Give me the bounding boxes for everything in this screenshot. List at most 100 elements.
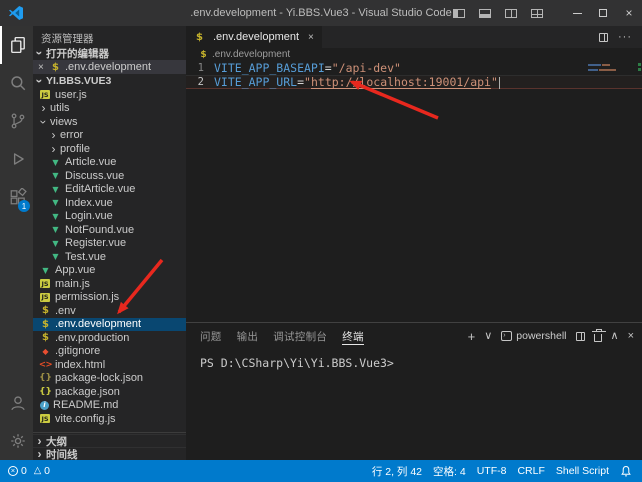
status-language-mode[interactable]: Shell Script: [556, 465, 609, 477]
status-indentation[interactable]: 空格: 4: [433, 464, 466, 479]
tree-item-Login.vue[interactable]: ▼Login.vue: [33, 210, 186, 224]
code-area: 1VITE_APP_BASEAPI="/api-dev"2VITE_APP_UR…: [186, 61, 642, 89]
run-debug-icon[interactable]: [0, 140, 33, 178]
more-actions-icon[interactable]: ···: [618, 31, 632, 43]
status-cursor-position[interactable]: 行 2, 列 42: [372, 464, 422, 479]
open-editors-header[interactable]: › 打开的编辑器: [33, 46, 186, 60]
tree-item-README.md[interactable]: iREADME.md: [33, 399, 186, 413]
tree-item-label: Discuss.vue: [65, 170, 124, 182]
tree-item-package-lock.json[interactable]: {}package-lock.json: [33, 372, 186, 386]
status-eol[interactable]: CRLF: [517, 465, 544, 477]
minimap[interactable]: [588, 64, 632, 74]
timeline-section[interactable]: › 时间线: [33, 447, 186, 460]
line-number[interactable]: 1: [186, 61, 214, 75]
tree-item-main.js[interactable]: JSmain.js: [33, 277, 186, 291]
breadcrumb[interactable]: $ .env.development: [186, 48, 642, 61]
account-icon[interactable]: [0, 384, 33, 422]
code-line[interactable]: 1VITE_APP_BASEAPI="/api-dev": [186, 61, 642, 75]
project-header[interactable]: › YI.BBS.VUE3: [33, 74, 186, 88]
tree-item-.gitignore[interactable]: ◆.gitignore: [33, 345, 186, 359]
panel-header: 问题输出调试控制台终端 + ∨ › powershell ∧ ×: [186, 323, 642, 349]
line-number[interactable]: 2: [186, 75, 214, 89]
tree-item-Test.vue[interactable]: ▼Test.vue: [33, 250, 186, 264]
folder-chevron-icon[interactable]: ›: [47, 130, 60, 140]
tree-item-error[interactable]: ›error: [33, 129, 186, 143]
search-icon[interactable]: [0, 64, 33, 102]
folder-chevron-icon[interactable]: ›: [37, 103, 50, 113]
outline-section[interactable]: › 大纲: [33, 434, 186, 447]
notifications-bell-icon[interactable]: [620, 465, 632, 478]
terminal-instance-powershell[interactable]: › powershell: [501, 330, 566, 342]
close-tab-icon[interactable]: ×: [308, 32, 314, 43]
tree-item-profile[interactable]: ›profile: [33, 142, 186, 156]
tree-item-label: package-lock.json: [55, 372, 143, 384]
tree-item-Index.vue[interactable]: ▼Index.vue: [33, 196, 186, 210]
close-icon[interactable]: ×: [38, 62, 50, 73]
md-file-icon: i: [40, 401, 49, 410]
tree-item-.env.production[interactable]: $.env.production: [33, 331, 186, 345]
html-file-icon: <>: [40, 359, 51, 370]
tree-item-Discuss.vue[interactable]: ▼Discuss.vue: [33, 169, 186, 183]
problems-status[interactable]: 0 0: [8, 465, 50, 477]
close-window-button[interactable]: ×: [616, 0, 642, 26]
panel-tab-问题[interactable]: 问题: [200, 323, 222, 349]
tree-item-views[interactable]: ›views: [33, 115, 186, 129]
toggle-secondary-sidebar-icon[interactable]: [498, 0, 524, 26]
minimize-button[interactable]: [564, 0, 590, 26]
tree-item-user.js[interactable]: JSuser.js: [33, 88, 186, 102]
terminal-output[interactable]: PS D:\CSharp\Yi\Yi.BBS.Vue3>: [186, 349, 642, 460]
status-encoding[interactable]: UTF-8: [477, 465, 507, 477]
chevron-icon: ›: [35, 47, 45, 60]
tree-item-Article.vue[interactable]: ▼Article.vue: [33, 156, 186, 170]
tree-item-.env[interactable]: $.env: [33, 304, 186, 318]
tree-item-EditArticle.vue[interactable]: ▼EditArticle.vue: [33, 183, 186, 197]
settings-gear-icon[interactable]: [0, 422, 33, 460]
vscode-logo-icon: [8, 5, 24, 21]
toggle-sidebar-icon[interactable]: [446, 0, 472, 26]
split-editor-icon[interactable]: [599, 33, 608, 42]
tree-item-App.vue[interactable]: ▼App.vue: [33, 264, 186, 278]
status-bar: 0 0 行 2, 列 42 空格: 4 UTF-8 CRLF Shell Script: [0, 460, 642, 482]
breadcrumb-item[interactable]: .env.development: [212, 49, 290, 60]
folder-chevron-icon[interactable]: ›: [47, 144, 60, 154]
close-panel-icon[interactable]: ×: [628, 331, 634, 342]
vue-file-icon: ▼: [50, 184, 61, 195]
panel-tab-调试控制台[interactable]: 调试控制台: [273, 323, 327, 349]
tree-item-vite.config.js[interactable]: JSvite.config.js: [33, 412, 186, 426]
tree-item-utils[interactable]: ›utils: [33, 102, 186, 116]
code-line[interactable]: 2VITE_APP_URL="http://localhost:19001/ap…: [186, 75, 642, 89]
source-control-icon[interactable]: [0, 102, 33, 140]
tree-item-package.json[interactable]: {}package.json: [33, 385, 186, 399]
maximize-panel-icon[interactable]: ∧: [611, 331, 619, 342]
new-terminal-icon[interactable]: +: [468, 330, 476, 343]
panel-tab-输出[interactable]: 输出: [237, 323, 259, 349]
sidebar-title: 资源管理器: [33, 26, 186, 46]
tree-item-index.html[interactable]: <>index.html: [33, 358, 186, 372]
toggle-panel-icon[interactable]: [472, 0, 498, 26]
open-editor-item[interactable]: × $ .env.development: [33, 60, 186, 74]
panel-tab-终端[interactable]: 终端: [342, 323, 364, 349]
extensions-icon[interactable]: 1: [0, 178, 33, 216]
vue-file-icon: ▼: [50, 157, 61, 168]
workbench: 1 资源管理器 › 打开的编辑器 ×: [0, 26, 642, 460]
tree-item-.env.development[interactable]: $.env.development: [33, 318, 186, 332]
tree-item-label: vite.config.js: [55, 413, 116, 425]
warning-icon: [34, 466, 41, 476]
split-terminal-icon[interactable]: [576, 332, 585, 341]
tree-item-NotFound.vue[interactable]: ▼NotFound.vue: [33, 223, 186, 237]
tree-item-Register.vue[interactable]: ▼Register.vue: [33, 237, 186, 251]
customize-layout-icon[interactable]: [524, 0, 550, 26]
titlebar-controls: ×: [446, 0, 642, 26]
tree-item-permission.js[interactable]: JSpermission.js: [33, 291, 186, 305]
tree-item-label: App.vue: [55, 264, 95, 276]
status-left: 0 0: [8, 465, 50, 477]
folder-chevron-icon[interactable]: ›: [39, 115, 49, 128]
vue-file-icon: ▼: [50, 251, 61, 262]
tab-env-development[interactable]: $ .env.development ×: [186, 26, 322, 48]
code-editor[interactable]: 1VITE_APP_BASEAPI="/api-dev"2VITE_APP_UR…: [186, 61, 642, 322]
terminal-dropdown-icon[interactable]: ∨: [484, 331, 492, 342]
kill-terminal-icon[interactable]: [594, 334, 602, 342]
explorer-icon[interactable]: [0, 26, 33, 64]
editor-actions: ···: [599, 26, 642, 48]
maximize-button[interactable]: [590, 0, 616, 26]
